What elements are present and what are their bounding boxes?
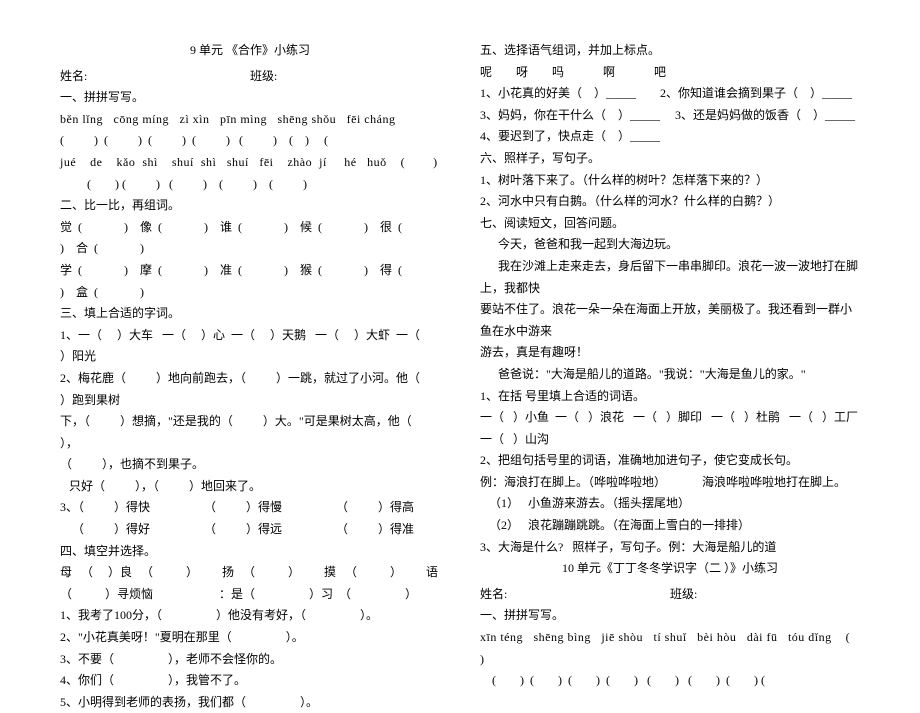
s3-line-5: 只好（ ），（ ）地回来了。 — [60, 476, 440, 498]
pinyin-row-1: běn lǐng cōng míng zì xìn pīn mìng shēng… — [60, 109, 440, 131]
sec6-heading: 六、照样子，写句子。 — [480, 148, 860, 170]
name-label-right: 姓名: — [480, 584, 670, 606]
q2a: 例：海浪打在脚上。（哗啦哗啦地） 海浪哗啦哗啦地打在脚上。 — [480, 472, 860, 494]
pinyin-b: xīn téng shēng bìng jiē shòu tí shuǐ bèi… — [480, 627, 860, 670]
s3-line-7: （ ）得好 （ ）得远 （ ）得准 — [60, 519, 440, 541]
passage-3: 要站不住了。浪花一朵一朵在海面上开放，美丽极了。我还看到一群小鱼在水中游来 — [480, 299, 860, 342]
sec7-heading: 七、阅读短文，回答问题。 — [480, 213, 860, 235]
s5-line-1: 1、小花真的好美（ ）_____ 2、你知道谁会摘到果子（ ）_____ — [480, 83, 860, 105]
passage-2: 我在沙滩上走来走去，身后留下一串串脚印。浪花一波一波地打在脚上，我都快 — [480, 256, 860, 299]
q3: 3、大海是什么? 照样子，写句子。例：大海是船儿的道 — [480, 537, 860, 559]
s4-line-1: 母 （ ）良 （ ） 扬 （ ） 摸 （ ） 语 — [60, 562, 440, 584]
unit9-title: 9 单元 《合作》小练习 — [60, 40, 440, 62]
unit10-title: 10 单元《丁丁冬冬学识字（二 ）》小练习 — [480, 558, 860, 580]
s4-line-7: 5、小明得到老师的表扬，我们都（ ）。 — [60, 692, 440, 713]
s3-line-6: 3、（ ）得快 （ ）得慢 （ ）得高 — [60, 497, 440, 519]
q1a: 一（ ）小鱼 一（ ）浪花 一（ ）脚印 一（ ）杜鹃 一（ ）工厂 一（ ）山… — [480, 407, 860, 450]
s5-line-3: 4、要迟到了，快点走（ ）_____ — [480, 126, 860, 148]
s4-line-2: （ ）寻烦恼 ：是（ ）习 （ ） — [60, 584, 440, 606]
sec2-heading: 二、比一比，再组词。 — [60, 195, 440, 217]
s6-line-2: 2、河水中只有白鹅。（什么样的河水？什么样的白鹅？） — [480, 191, 860, 213]
pinyin-row-2: jué de kǎo shì shuí shì shuí fēi zhào jí… — [60, 152, 440, 174]
sec5-heading: 五、选择语气组词，并加上标点。 — [480, 40, 860, 62]
q2: 2、把组句括号里的词语，准确地加进句子，使它变成长句。 — [480, 450, 860, 472]
class-label-right: 班级: — [670, 584, 697, 606]
name-label-left: 姓名: — [60, 66, 250, 88]
s4-line-3: 1、我考了100分，（ ）他没有考好，（ ）。 — [60, 605, 440, 627]
s3-line-4: （ ），也摘不到果子。 — [60, 454, 440, 476]
s4-line-5: 3、不要（ ），老师不会怪你的。 — [60, 649, 440, 671]
s4-line-4: 2、"小花真美呀！"夏明在那里（ ）。 — [60, 627, 440, 649]
s6-line-1: 1、树叶落下来了。（什么样的树叶？怎样落下来的？） — [480, 170, 860, 192]
q2c: （2） 浪花蹦蹦跳跳。（在海面上雪白的一排排） — [480, 515, 860, 537]
blanks-b: ( ) ( ) ( ) ( ) ( ) ( ) ( ) ( — [480, 670, 860, 692]
s5-line-0: 呢 呀 吗 啊 吧 — [480, 62, 860, 84]
s4-line-6: 4、你们（ ），我管不了。 — [60, 670, 440, 692]
sec3-heading: 三、填上合适的字词。 — [60, 303, 440, 325]
s3-line-2: 2、梅花鹿（ ）地向前跑去，（ ）一跳，就过了小河。他（ ）跑到果树 — [60, 368, 440, 411]
s3-line-3: 下，（ ）想摘，"还是我的（ ）大。"可是果树太高，他（ ）， — [60, 411, 440, 454]
sec4-heading: 四、填空并选择。 — [60, 541, 440, 563]
q1: 1、在括 号里填上合适的词语。 — [480, 386, 860, 408]
passage-1: 今天，爸爸和我一起到大海边玩。 — [480, 234, 860, 256]
compare-row-2: 学 ( ) 摩 ( ) 准 ( ) 猴 ( ) 得 ( ) 盒 ( ) — [60, 260, 440, 303]
blanks-row-2: ( ) ( ) ( ) ( ) ( ) — [60, 174, 440, 196]
blanks-row-1: ( ) ( ) ( ) ( ) ( ) ( ) ( — [60, 130, 440, 152]
sec1-heading: 一、拼拼写写。 — [60, 87, 440, 109]
s3-line-1: 1、一（ ）大车 一（ ）心 一（ ）天鹅 一（ ）大虾 一（ ）阳光 — [60, 325, 440, 368]
compare-row-1: 觉 ( ) 像 ( ) 谁 ( ) 候 ( ) 很 ( ) 合 ( ) — [60, 217, 440, 260]
s5-line-2: 3、妈妈，你在干什么（ ）_____ 3、还是妈妈做的饭香（ ）_____ — [480, 105, 860, 127]
passage-4: 游去，真是有趣呀！ — [480, 342, 860, 364]
sec1b-heading: 一、拼拼写写。 — [480, 605, 860, 627]
passage-5: 爸爸说："大海是船儿的道路。"我说："大海是鱼儿的家。" — [480, 364, 860, 386]
q2b: （1） 小鱼游来游去。（摇头摆尾地） — [480, 493, 860, 515]
class-label-left: 班级: — [250, 66, 277, 88]
